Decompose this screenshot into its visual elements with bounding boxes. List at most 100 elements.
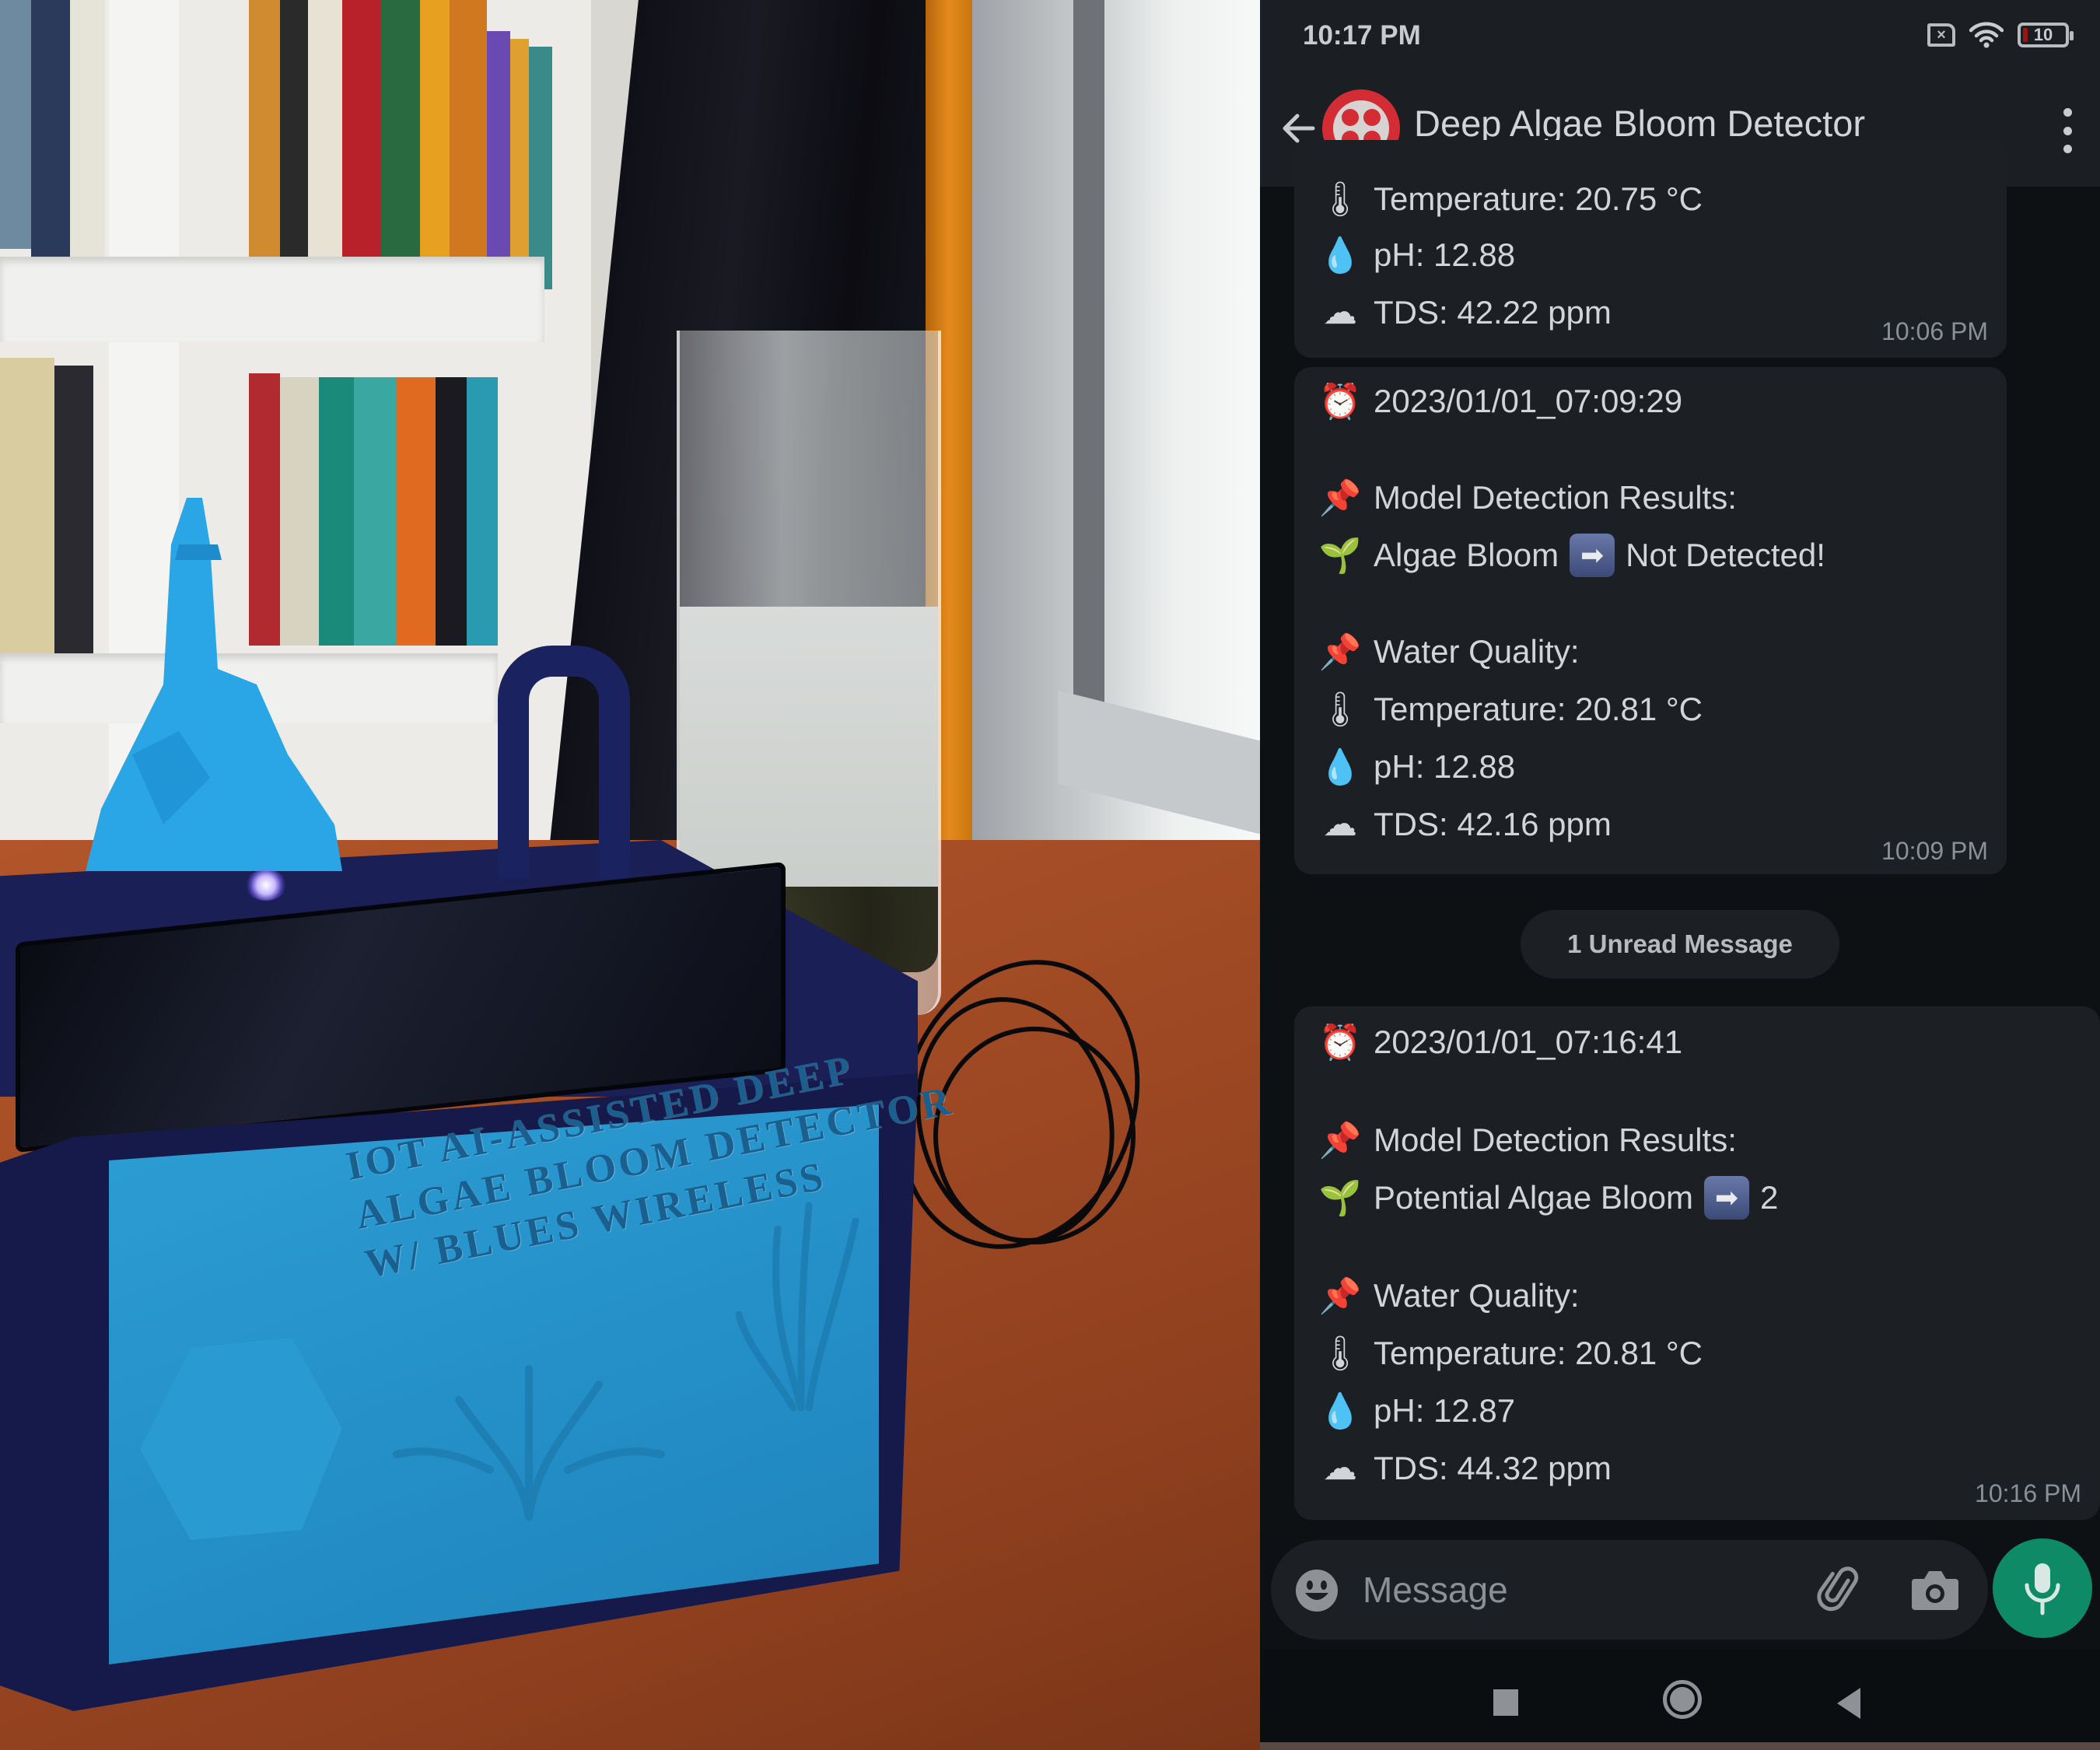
message-input[interactable] xyxy=(1363,1562,1798,1618)
book xyxy=(397,377,436,646)
book xyxy=(510,39,529,288)
temperature-text: Temperature: 20.81 °C xyxy=(1374,691,1703,727)
window-frame xyxy=(1073,0,1104,747)
book xyxy=(0,358,54,653)
detection-result-line: 🌱 Algae Bloom ➡ Not Detected! xyxy=(1316,534,1825,577)
quality-header-line: 📌 Water Quality: xyxy=(1316,1276,1580,1316)
message-time: 10:16 PM xyxy=(1975,1479,2081,1507)
cloud-icon: ☁ xyxy=(1323,293,1357,331)
unread-messages-badge: 1 Unread Message xyxy=(1521,910,1839,978)
device-photo: IOT AI-ASSISTED DEEP ALGAE BLOOM DETECTO… xyxy=(0,0,1260,1750)
no-sim-icon: × xyxy=(1927,23,1955,47)
wifi-icon xyxy=(1969,22,2004,48)
timestamp-line: ⏰ 2023/01/01_07:16:41 xyxy=(1316,1022,1682,1062)
detection-header-line: 📌 Model Detection Results: xyxy=(1316,478,1737,518)
message-bubble[interactable]: ⏰ 2023/01/01_07:09:29 📌 Model Detection … xyxy=(1294,367,2007,874)
chat-title[interactable]: Deep Algae Bloom Detector xyxy=(1414,102,1865,145)
cloud-icon: ☁ xyxy=(1323,1449,1357,1487)
book xyxy=(342,0,381,274)
bottom-edge xyxy=(1260,1742,2100,1750)
book xyxy=(487,31,510,286)
menu-dot xyxy=(2063,108,2072,117)
tds-line: ☁ TDS: 42.16 ppm xyxy=(1316,804,1612,844)
message-composer xyxy=(1271,1540,1988,1640)
sensor-cable xyxy=(933,1027,1136,1244)
shelf-board xyxy=(0,257,544,342)
thermometer-icon: 🌡 xyxy=(1318,691,1362,729)
triangle-back-icon[interactable] xyxy=(1837,1688,1860,1719)
ph-text: pH: 12.88 xyxy=(1374,236,1516,273)
message-bubble[interactable]: 🌡 Temperature: 20.75 °C 💧 pH: 12.88 ☁ TD… xyxy=(1294,140,2007,358)
paperclip-icon[interactable] xyxy=(1815,1565,1865,1615)
cloud-icon: ☁ xyxy=(1323,805,1357,843)
menu-dot xyxy=(2063,145,2072,153)
book xyxy=(529,47,552,289)
coral-relief xyxy=(393,1365,665,1521)
pushpin-icon: 📌 xyxy=(1318,1122,1362,1160)
tds-text: TDS: 42.16 ppm xyxy=(1374,805,1612,842)
tds-text: TDS: 44.32 ppm xyxy=(1374,1449,1612,1486)
tds-text: TDS: 42.22 ppm xyxy=(1374,293,1612,331)
detection-label: Algae Bloom xyxy=(1374,537,1559,573)
temperature-text: Temperature: 20.81 °C xyxy=(1374,1335,1703,1371)
detection-value: 2 xyxy=(1759,1179,1779,1216)
avatar-dot xyxy=(1342,109,1359,126)
pushpin-icon: 📌 xyxy=(1318,479,1362,517)
microphone-icon[interactable] xyxy=(1993,1538,2092,1638)
ph-text: pH: 12.88 xyxy=(1374,748,1516,785)
alarm-clock-icon: ⏰ xyxy=(1318,383,1362,421)
timestamp-line: ⏰ 2023/01/01_07:09:29 xyxy=(1316,381,1682,422)
droplet-icon: 💧 xyxy=(1318,1392,1362,1430)
detection-header-line: 📌 Model Detection Results: xyxy=(1316,1120,1737,1160)
ph-line: 💧 pH: 12.87 xyxy=(1316,1391,1516,1431)
battery-indicator: 10 xyxy=(2018,23,2074,47)
detection-label: Potential Algae Bloom xyxy=(1374,1179,1693,1216)
book xyxy=(249,0,280,268)
thermometer-icon: 🌡 xyxy=(1318,180,1362,219)
quality-header-text: Water Quality: xyxy=(1374,1277,1580,1314)
arrow-right-icon: ➡ xyxy=(1703,1176,1749,1220)
book xyxy=(280,0,308,268)
more-vertical-icon[interactable] xyxy=(2052,103,2083,158)
circle-icon[interactable] xyxy=(1663,1680,1702,1719)
camera-icon[interactable] xyxy=(1910,1566,1960,1613)
window xyxy=(972,0,1260,972)
alarm-clock-icon: ⏰ xyxy=(1318,1024,1362,1062)
book xyxy=(436,377,467,646)
smiley-icon[interactable] xyxy=(1294,1568,1339,1613)
ph-line: 💧 pH: 12.88 xyxy=(1316,235,1516,275)
status-led xyxy=(245,870,287,901)
microphone-glyph xyxy=(2025,1563,2060,1615)
detection-value: Not Detected! xyxy=(1626,537,1825,573)
book xyxy=(420,0,450,282)
lighthouse-model xyxy=(86,498,342,871)
message-bubble[interactable]: ⏰ 2023/01/01_07:16:41 📌 Model Detection … xyxy=(1294,1006,2100,1520)
pushpin-icon: 📌 xyxy=(1318,1277,1362,1315)
temperature-line: 🌡 Temperature: 20.81 °C xyxy=(1316,689,1703,730)
probe-holder xyxy=(498,646,630,879)
temperature-line: 🌡 Temperature: 20.81 °C xyxy=(1316,1333,1703,1374)
thermometer-icon: 🌡 xyxy=(1318,1335,1362,1373)
droplet-icon: 💧 xyxy=(1318,748,1362,786)
seedling-icon: 🌱 xyxy=(1318,1179,1362,1217)
avatar-dot xyxy=(1363,109,1381,126)
status-time: 10:17 PM xyxy=(1303,20,1421,51)
battery-fill xyxy=(2023,28,2028,42)
home-inner xyxy=(1670,1687,1695,1712)
temperature-text: Temperature: 20.75 °C xyxy=(1374,180,1703,217)
whatsapp-chat-screen: 10:17 PM × 10 Deep Algae Bloom Detector … xyxy=(1260,0,2100,1750)
message-time: 10:06 PM xyxy=(1881,317,1988,345)
temperature-line: 🌡 Temperature: 20.75 °C xyxy=(1316,179,1703,219)
book xyxy=(308,0,342,272)
square-icon[interactable] xyxy=(1493,1689,1518,1716)
book xyxy=(467,377,498,646)
android-nav-bar xyxy=(1260,1649,2100,1750)
ph-line: 💧 pH: 12.88 xyxy=(1316,747,1516,787)
battery-level: 10 xyxy=(2033,25,2053,44)
detection-header-text: Model Detection Results: xyxy=(1374,1122,1737,1158)
status-icons: × 10 xyxy=(1927,22,2074,48)
droplet-icon: 💧 xyxy=(1318,236,1362,275)
timestamp-text: 2023/01/01_07:09:29 xyxy=(1374,383,1683,419)
arrow-right-icon: ➡ xyxy=(1570,534,1615,577)
menu-dot xyxy=(2063,126,2072,135)
